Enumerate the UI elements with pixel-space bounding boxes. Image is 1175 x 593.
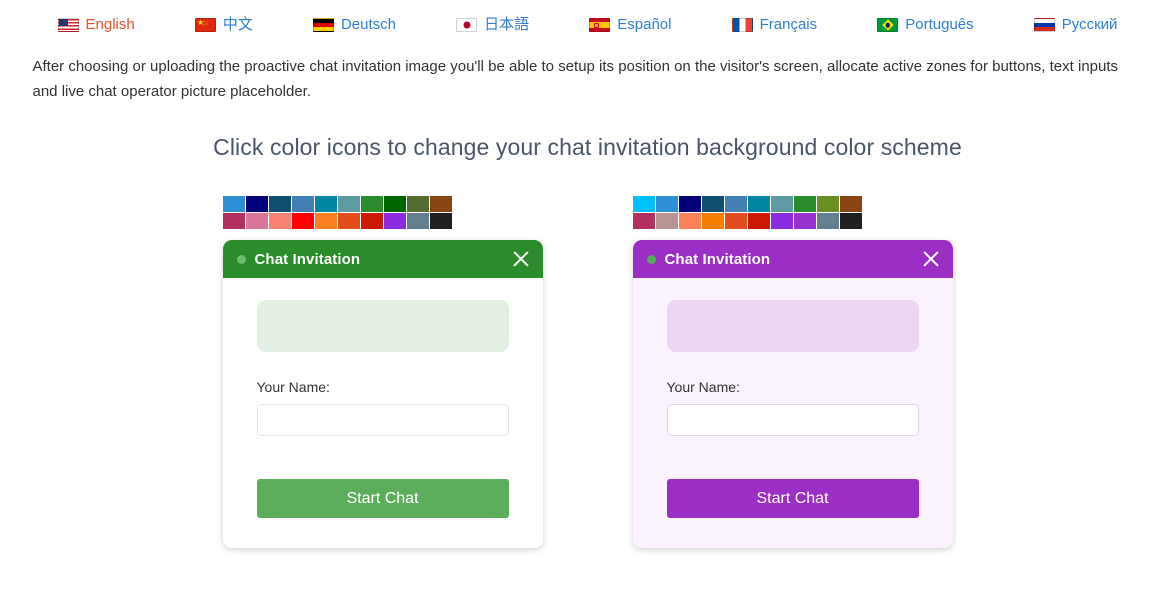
color-swatch-0-3[interactable] <box>702 196 724 212</box>
color-swatch-1-8[interactable] <box>407 213 429 229</box>
online-status-dot-icon <box>647 255 656 264</box>
language-link-7[interactable]: Русский <box>1034 16 1118 34</box>
color-swatch-0-3[interactable] <box>292 196 314 212</box>
jp-flag-icon <box>456 18 477 32</box>
name-field-label: Your Name: <box>257 379 509 395</box>
color-swatch-0-8[interactable] <box>817 196 839 212</box>
color-swatch-0-4[interactable] <box>315 196 337 212</box>
language-link-2[interactable]: Deutsch <box>313 16 396 34</box>
palette-row <box>223 213 452 229</box>
language-link-0[interactable]: English <box>58 16 135 34</box>
es-flag-icon <box>589 18 610 32</box>
color-swatch-0-7[interactable] <box>384 196 406 212</box>
color-swatch-1-8[interactable] <box>817 213 839 229</box>
name-field-label: Your Name: <box>667 379 919 395</box>
chat-card-title: Chat Invitation <box>255 251 511 268</box>
chat-invitation-card-green: Chat Invitation Your Name: Start Chat <box>223 240 543 548</box>
language-label: Русский <box>1062 16 1118 34</box>
color-swatch-0-9[interactable] <box>430 196 452 212</box>
color-swatch-1-4[interactable] <box>725 213 747 229</box>
color-palette-green <box>223 196 452 229</box>
us-flag-icon <box>58 18 79 32</box>
operator-picture-placeholder <box>667 300 919 352</box>
color-swatch-0-1[interactable] <box>656 196 678 212</box>
color-swatch-1-5[interactable] <box>338 213 360 229</box>
language-label: Deutsch <box>341 16 396 34</box>
color-swatch-0-6[interactable] <box>771 196 793 212</box>
color-swatch-0-5[interactable] <box>338 196 360 212</box>
cn-flag-icon <box>195 18 216 32</box>
chat-card-title: Chat Invitation <box>665 251 921 268</box>
widget-column-green: Chat Invitation Your Name: Start Chat <box>223 196 543 548</box>
fr-flag-icon <box>732 18 753 32</box>
color-swatch-1-4[interactable] <box>315 213 337 229</box>
language-selector-bar: English 中文 Deutsch 日本語 Español Français Portug… <box>58 0 1118 34</box>
color-swatch-1-9[interactable] <box>840 213 862 229</box>
close-icon[interactable] <box>921 249 941 269</box>
language-link-1[interactable]: 中文 <box>195 16 253 34</box>
start-chat-button[interactable]: Start Chat <box>257 479 509 518</box>
color-swatch-1-7[interactable] <box>794 213 816 229</box>
palette-row <box>633 196 862 212</box>
language-link-6[interactable]: Português <box>877 16 973 34</box>
language-label: 日本語 <box>484 16 529 34</box>
language-label: Español <box>617 16 671 34</box>
chat-invitation-previews: Chat InvitationYour Name:Start ChatChat … <box>0 196 1175 548</box>
online-status-dot-icon <box>237 255 246 264</box>
widget-column-purple: Chat Invitation Your Name: Start Chat <box>633 196 953 548</box>
de-flag-icon <box>313 18 334 32</box>
palette-row <box>223 196 452 212</box>
color-swatch-1-3[interactable] <box>292 213 314 229</box>
color-swatch-1-6[interactable] <box>361 213 383 229</box>
color-swatch-0-1[interactable] <box>246 196 268 212</box>
color-swatch-1-5[interactable] <box>748 213 770 229</box>
color-swatch-1-9[interactable] <box>430 213 452 229</box>
page-title: Click color icons to change your chat in… <box>33 134 1143 161</box>
language-label: Français <box>760 16 818 34</box>
color-swatch-1-2[interactable] <box>679 213 701 229</box>
chat-card-header: Chat Invitation <box>633 240 953 278</box>
color-swatch-1-6[interactable] <box>771 213 793 229</box>
operator-picture-placeholder <box>257 300 509 352</box>
name-input[interactable] <box>257 404 509 436</box>
language-link-5[interactable]: Français <box>732 16 818 34</box>
language-link-4[interactable]: Español <box>589 16 671 34</box>
color-swatch-0-8[interactable] <box>407 196 429 212</box>
color-swatch-0-0[interactable] <box>633 196 655 212</box>
color-swatch-1-0[interactable] <box>223 213 245 229</box>
color-swatch-0-5[interactable] <box>748 196 770 212</box>
intro-paragraph: After choosing or uploading the proactiv… <box>33 54 1143 104</box>
chat-invitation-card-purple: Chat Invitation Your Name: Start Chat <box>633 240 953 548</box>
color-swatch-0-2[interactable] <box>269 196 291 212</box>
ru-flag-icon <box>1034 18 1055 32</box>
color-swatch-1-1[interactable] <box>246 213 268 229</box>
color-swatch-0-7[interactable] <box>794 196 816 212</box>
color-swatch-0-9[interactable] <box>840 196 862 212</box>
br-flag-icon <box>877 18 898 32</box>
color-swatch-1-0[interactable] <box>633 213 655 229</box>
chat-card-body: Your Name: Start Chat <box>223 278 543 548</box>
start-chat-button[interactable]: Start Chat <box>667 479 919 518</box>
color-swatch-1-3[interactable] <box>702 213 724 229</box>
color-swatch-0-6[interactable] <box>361 196 383 212</box>
color-swatch-0-2[interactable] <box>679 196 701 212</box>
color-swatch-0-0[interactable] <box>223 196 245 212</box>
language-label: 中文 <box>223 16 253 34</box>
color-swatch-1-1[interactable] <box>656 213 678 229</box>
language-link-3[interactable]: 日本語 <box>456 16 529 34</box>
close-icon[interactable] <box>511 249 531 269</box>
language-label: English <box>86 16 135 34</box>
chat-card-header: Chat Invitation <box>223 240 543 278</box>
palette-row <box>633 213 862 229</box>
language-label: Português <box>905 16 973 34</box>
name-input[interactable] <box>667 404 919 436</box>
color-palette-purple <box>633 196 862 229</box>
color-swatch-1-7[interactable] <box>384 213 406 229</box>
color-swatch-1-2[interactable] <box>269 213 291 229</box>
color-swatch-0-4[interactable] <box>725 196 747 212</box>
chat-card-body: Your Name: Start Chat <box>633 278 953 548</box>
